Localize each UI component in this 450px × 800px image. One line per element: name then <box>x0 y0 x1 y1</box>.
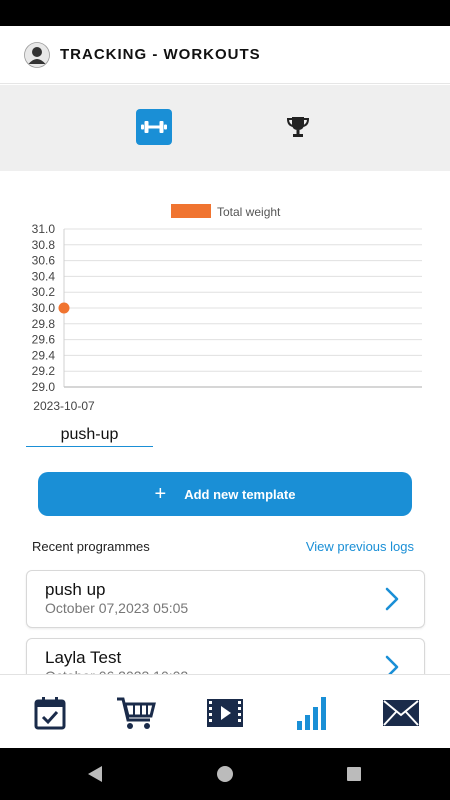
total-weight-chart: Total weight 31.0 30.8 30.6 30.4 30.2 30.0 29.8… <box>0 195 450 420</box>
exercise-selector[interactable]: push-up <box>26 425 153 447</box>
nav-videos[interactable] <box>205 693 245 733</box>
nav-messages[interactable] <box>381 693 421 733</box>
page-title: TRACKING - WORKOUTS <box>60 46 261 63</box>
chevron-right-icon <box>385 587 399 611</box>
add-template-button[interactable]: + Add new template <box>38 472 412 516</box>
recent-programmes-label: Recent programmes <box>32 539 150 554</box>
recents-square-icon <box>347 767 361 781</box>
chart-svg: Total weight 31.0 30.8 30.630.4 30.2 30.0 29.8… <box>32 204 422 413</box>
tracking-tabs <box>0 85 450 171</box>
bottom-navigation <box>0 674 450 748</box>
y-tick-label: 30.8 <box>32 238 56 252</box>
y-tick-label: 30.2 <box>32 285 56 299</box>
x-tick-label: 2023-10-07 <box>33 399 95 413</box>
legend-label: Total weight <box>217 205 281 219</box>
shopping-cart-icon <box>117 697 156 729</box>
y-tick-label: 30.4 <box>32 269 56 283</box>
legend-swatch <box>171 204 211 218</box>
y-tick-label: 31.0 <box>32 222 56 236</box>
y-tick-label: 30.6 <box>32 254 56 268</box>
recents-button[interactable] <box>342 762 366 786</box>
y-tick-label: 29.2 <box>32 364 56 378</box>
nav-calendar[interactable] <box>30 693 70 733</box>
programme-name: Layla Test <box>45 648 122 667</box>
video-film-icon <box>207 699 243 727</box>
trophy-icon <box>286 117 310 137</box>
home-circle-icon <box>217 766 233 782</box>
data-point <box>58 302 70 314</box>
dumbbell-icon <box>141 121 167 133</box>
programme-card[interactable]: push up October 07,2023 05:05 <box>26 570 425 628</box>
view-previous-logs-link[interactable]: View previous logs <box>306 539 414 554</box>
plus-icon: + <box>154 483 167 505</box>
app-header: TRACKING - WORKOUTS <box>0 26 450 84</box>
nav-shop[interactable] <box>116 693 156 733</box>
nav-stats[interactable] <box>293 693 333 733</box>
programme-name: push up <box>45 580 106 599</box>
back-button[interactable] <box>83 762 107 786</box>
tab-achievements[interactable] <box>280 109 316 145</box>
back-triangle-icon <box>88 766 102 782</box>
y-tick-label: 29.8 <box>32 317 56 331</box>
mail-icon <box>383 700 419 726</box>
status-bar <box>0 0 450 26</box>
add-template-label: Add new template <box>184 486 296 502</box>
calendar-check-icon <box>34 697 66 730</box>
tab-workouts[interactable] <box>136 109 172 145</box>
y-tick-label: 29.4 <box>32 348 56 362</box>
bar-chart-icon <box>297 697 326 730</box>
programme-date: October 07,2023 05:05 <box>45 600 189 616</box>
user-avatar-icon[interactable] <box>24 41 50 68</box>
home-button[interactable] <box>213 762 237 786</box>
system-navigation-bar <box>0 748 450 800</box>
y-tick-label: 29.6 <box>32 333 56 347</box>
y-tick-label: 29.0 <box>32 380 56 394</box>
y-tick-label: 30.0 <box>32 301 56 315</box>
